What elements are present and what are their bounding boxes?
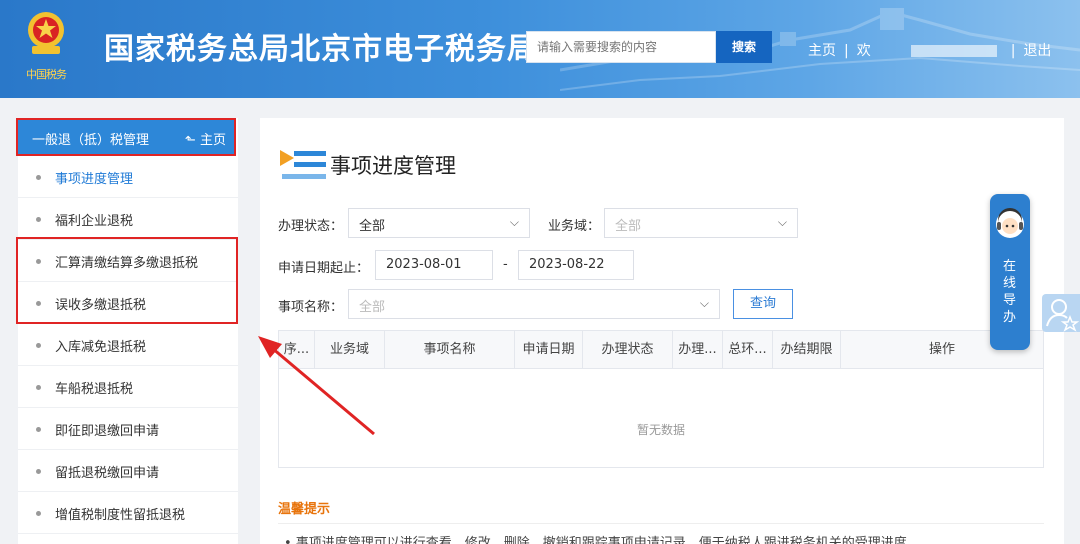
- sidebar-item-instant-refund-return[interactable]: 即征即退缴回申请: [18, 408, 238, 450]
- item-name-select[interactable]: 全部 ⌵: [348, 289, 720, 319]
- redacted-username: [910, 45, 997, 57]
- search-button[interactable]: 搜索: [716, 31, 772, 63]
- online-guide-button[interactable]: 在线导办: [990, 194, 1030, 350]
- bullet-icon: [36, 301, 41, 306]
- nav-separator: |: [1010, 43, 1016, 59]
- domain-select[interactable]: 全部 ⌵: [604, 208, 798, 238]
- date-range-label: 申请日期起止：: [278, 261, 370, 276]
- status-label: 办理状态：: [278, 219, 344, 234]
- sidebar-item-reduction-refund[interactable]: 入库减免退抵税: [18, 324, 238, 366]
- divider: [278, 523, 1044, 524]
- date-from-input[interactable]: 2023-08-01: [375, 250, 493, 280]
- date-to-input[interactable]: 2023-08-22: [518, 250, 634, 280]
- table-header: 序... 业务域 事项名称 申请日期 办理状态 办理... 总环... 办结期限…: [279, 331, 1043, 369]
- item-name-placeholder: 全部: [359, 300, 386, 315]
- bullet-icon: [36, 385, 41, 390]
- column-header[interactable]: 办理状态: [583, 331, 673, 369]
- nav-logout-link[interactable]: 退出: [1023, 40, 1051, 60]
- sidebar-item-overpaid-refund[interactable]: 误收多缴退抵税: [18, 282, 238, 324]
- chevron-down-icon: ⌵: [509, 215, 519, 229]
- column-header[interactable]: 序...: [279, 331, 315, 369]
- nav-separator: |: [844, 43, 849, 59]
- sidebar-item-vehicle-tax-refund[interactable]: 车船税退抵税: [18, 366, 238, 408]
- sidebar-item-welfare-refund[interactable]: 福利企业退税: [18, 198, 238, 240]
- nav-welcome: 欢: [856, 43, 871, 59]
- status-select[interactable]: 全部 ⌵: [348, 208, 530, 238]
- date-separator: -: [503, 257, 508, 272]
- bullet-icon: [36, 175, 41, 180]
- sidebar-item-credit-refund-return[interactable]: 留抵退税缴回申请: [18, 450, 238, 492]
- domain-label: 业务域：: [548, 219, 601, 234]
- site-header: 中国税务 国家税务总局北京市电子税务局 搜索 主页 | 欢 | 退出: [0, 0, 1080, 98]
- bullet-icon: [36, 343, 41, 348]
- sidebar-home-link[interactable]: ⬑ 主页: [185, 129, 226, 148]
- bullet-icon: [36, 217, 41, 222]
- sidebar-item-label: 误收多缴退抵税: [55, 298, 147, 313]
- page-title: 事项进度管理: [330, 154, 456, 178]
- column-header[interactable]: 事项名称: [385, 331, 515, 369]
- sidebar-home-label: 主页: [199, 133, 226, 148]
- user-star-icon: [1046, 299, 1080, 332]
- sidebar-item-label: 汇算清缴结算多缴退抵税: [55, 256, 199, 271]
- status-value: 全部: [359, 219, 386, 234]
- tips-text: • 事项进度管理可以进行查看、修改、删除、撤销和跟踪事项申请记录，便于纳税人跟进…: [284, 536, 907, 544]
- emblem-subtitle: 中国税务: [26, 68, 67, 81]
- query-button[interactable]: 查询: [733, 289, 793, 319]
- back-arrow-icon: ⬑: [184, 133, 200, 148]
- nav-home-link[interactable]: 主页: [808, 40, 836, 60]
- item-name-label: 事项名称：: [278, 300, 344, 315]
- column-header[interactable]: 业务域: [315, 331, 385, 369]
- site-title: 国家税务总局北京市电子税务局: [104, 32, 538, 67]
- search-input[interactable]: [526, 31, 716, 63]
- sidebar-item-progress[interactable]: 事项进度管理: [18, 156, 238, 198]
- column-header[interactable]: 申请日期: [515, 331, 583, 369]
- empty-state: 暂无数据: [636, 423, 685, 437]
- progress-table: 序... 业务域 事项名称 申请日期 办理状态 办理... 总环... 办结期限…: [278, 330, 1044, 468]
- sidebar-item-label: 车船税退抵税: [55, 382, 134, 397]
- column-header[interactable]: 办结期限: [773, 331, 841, 369]
- sidebar-item-label: 事项进度管理: [55, 172, 134, 187]
- list-title-icon: [280, 150, 326, 179]
- online-guide-label: 在线导办: [1003, 259, 1017, 325]
- tips-title: 温馨提示: [278, 502, 331, 517]
- main-panel: 事项进度管理 办理状态： 全部 ⌵ 业务域： 全部 ⌵ 申请日期起止： 2023-0…: [260, 118, 1064, 544]
- sidebar-item-label: 入库减免退抵税: [55, 340, 147, 355]
- bullet-icon: [36, 511, 41, 516]
- sidebar-item-annual-settlement[interactable]: 汇算清缴结算多缴退抵税: [18, 240, 238, 282]
- bullet-icon: [36, 259, 41, 264]
- column-header[interactable]: 总环...: [723, 331, 773, 369]
- top-nav: 主页 | 欢 | 退出: [808, 40, 1051, 60]
- sidebar-heading-label: 一般退（抵）税管理: [32, 133, 150, 148]
- tax-emblem-icon: [28, 12, 64, 54]
- chevron-down-icon: ⌵: [699, 296, 709, 310]
- sidebar-heading: 一般退（抵）税管理 ⬑ 主页: [16, 118, 236, 156]
- customer-service-icon: [996, 208, 1024, 238]
- bullet-icon: [36, 469, 41, 474]
- sidebar-item-label: 留抵退税缴回申请: [55, 466, 160, 481]
- sidebar-item-label: 增值税制度性留抵退税: [55, 508, 186, 523]
- sidebar-item-vat-credit-refund[interactable]: 增值税制度性留抵退税: [18, 492, 238, 534]
- bullet-icon: [36, 427, 41, 432]
- user-favorite-icon[interactable]: [1042, 294, 1080, 332]
- domain-placeholder: 全部: [615, 219, 642, 234]
- sidebar-item-label: 即征即退缴回申请: [55, 424, 160, 439]
- sidebar: 一般退（抵）税管理 ⬑ 主页 事项进度管理 福利企业退税 汇算清缴结算多缴退抵税…: [16, 118, 238, 544]
- sidebar-item-label: 福利企业退税: [55, 214, 134, 229]
- chevron-down-icon: ⌵: [777, 215, 787, 229]
- column-header[interactable]: 办理...: [673, 331, 723, 369]
